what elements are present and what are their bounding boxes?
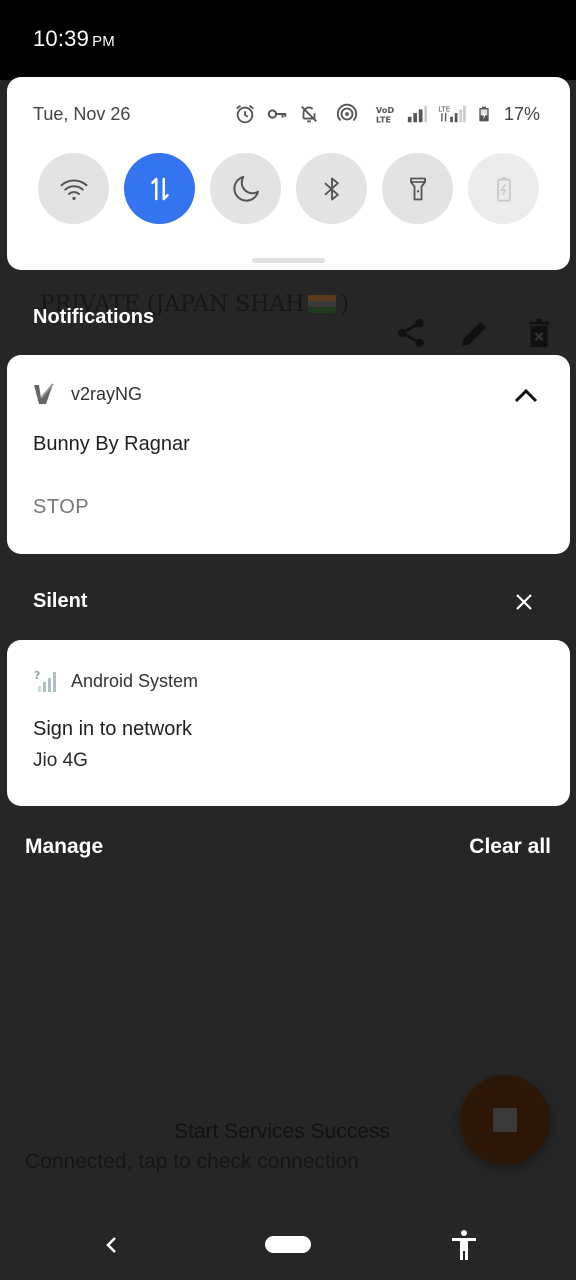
- signal-unknown-icon: ?: [34, 669, 56, 692]
- tile-dark-theme[interactable]: [210, 153, 281, 224]
- status-icons: VoD LTE LTE 17%: [234, 103, 540, 125]
- back-icon[interactable]: [100, 1232, 122, 1258]
- silent-header: Silent: [33, 590, 88, 612]
- notifications-off-icon: [300, 106, 317, 123]
- hotspot-icon: [336, 103, 358, 122]
- stop-icon: [493, 1108, 517, 1132]
- drag-handle[interactable]: [252, 258, 325, 263]
- status-bar: 10:39 PM: [0, 0, 576, 80]
- bluetooth-icon: [323, 177, 339, 200]
- manage-button[interactable]: Manage: [25, 835, 103, 859]
- connection-status-text: Connected, tap to check connection: [25, 1150, 359, 1173]
- stop-service-fab: [460, 1075, 550, 1165]
- notification-app-name: Android System: [71, 670, 199, 691]
- notification-app-name: v2rayNG: [71, 383, 143, 404]
- quick-settings-panel: Tue, Nov 26 VoD LTE LTE 17%: [7, 77, 570, 270]
- notification-text: Jio 4G: [33, 750, 88, 771]
- edit-icon: [462, 321, 487, 346]
- stop-action-button[interactable]: STOP: [33, 496, 89, 519]
- battery-charging-icon: [479, 106, 489, 122]
- india-flag-icon: [308, 295, 337, 313]
- flashlight-icon: [409, 177, 426, 200]
- notification-title: Bunny By Ragnar: [33, 433, 190, 455]
- v2rayng-app-icon: [34, 383, 54, 404]
- data-arrows-icon: [150, 177, 169, 200]
- clear-all-button[interactable]: Clear all: [469, 835, 551, 859]
- close-icon[interactable]: [512, 590, 536, 614]
- tile-battery-saver[interactable]: [468, 153, 539, 224]
- notification-card-android-system[interactable]: ? Android System Sign in to network Jio …: [7, 640, 570, 806]
- clock: 10:39 PM: [33, 26, 115, 51]
- date-label[interactable]: Tue, Nov 26: [33, 104, 130, 125]
- tile-mobile-data[interactable]: [124, 153, 195, 224]
- battery-saver-icon: [496, 176, 511, 202]
- delete-icon: [529, 318, 549, 348]
- lte-signal-icon: LTE: [438, 104, 466, 123]
- notification-app-row: v2rayNG: [33, 383, 142, 405]
- notifications-header: Notifications: [33, 306, 155, 328]
- notification-title: Sign in to network: [33, 718, 192, 740]
- quick-settings-tiles: [38, 153, 539, 224]
- tile-wifi[interactable]: [38, 153, 109, 224]
- svg-text:LTE: LTE: [376, 114, 392, 124]
- signal-icon: [407, 105, 428, 123]
- toast-message: Start Services Success: [174, 1120, 390, 1143]
- collapse-chevron-icon[interactable]: [512, 385, 540, 407]
- wifi-icon: [60, 178, 87, 200]
- alarm-icon: [236, 105, 254, 124]
- svg-text:LTE: LTE: [438, 104, 451, 113]
- share-icon: [398, 318, 424, 348]
- moon-icon: [232, 175, 259, 202]
- tile-flashlight[interactable]: [382, 153, 453, 224]
- notification-card-v2rayng[interactable]: v2rayNG Bunny By Ragnar STOP: [7, 355, 570, 554]
- battery-percentage: 17%: [503, 103, 540, 124]
- vpn-key-icon: [267, 109, 287, 119]
- home-button[interactable]: [265, 1236, 311, 1253]
- accessibility-icon[interactable]: [448, 1228, 480, 1262]
- volte-icon: VoD LTE: [376, 105, 395, 124]
- tile-bluetooth[interactable]: [296, 153, 367, 224]
- notification-app-row: ? Android System: [33, 669, 198, 693]
- svg-text:?: ?: [34, 669, 40, 682]
